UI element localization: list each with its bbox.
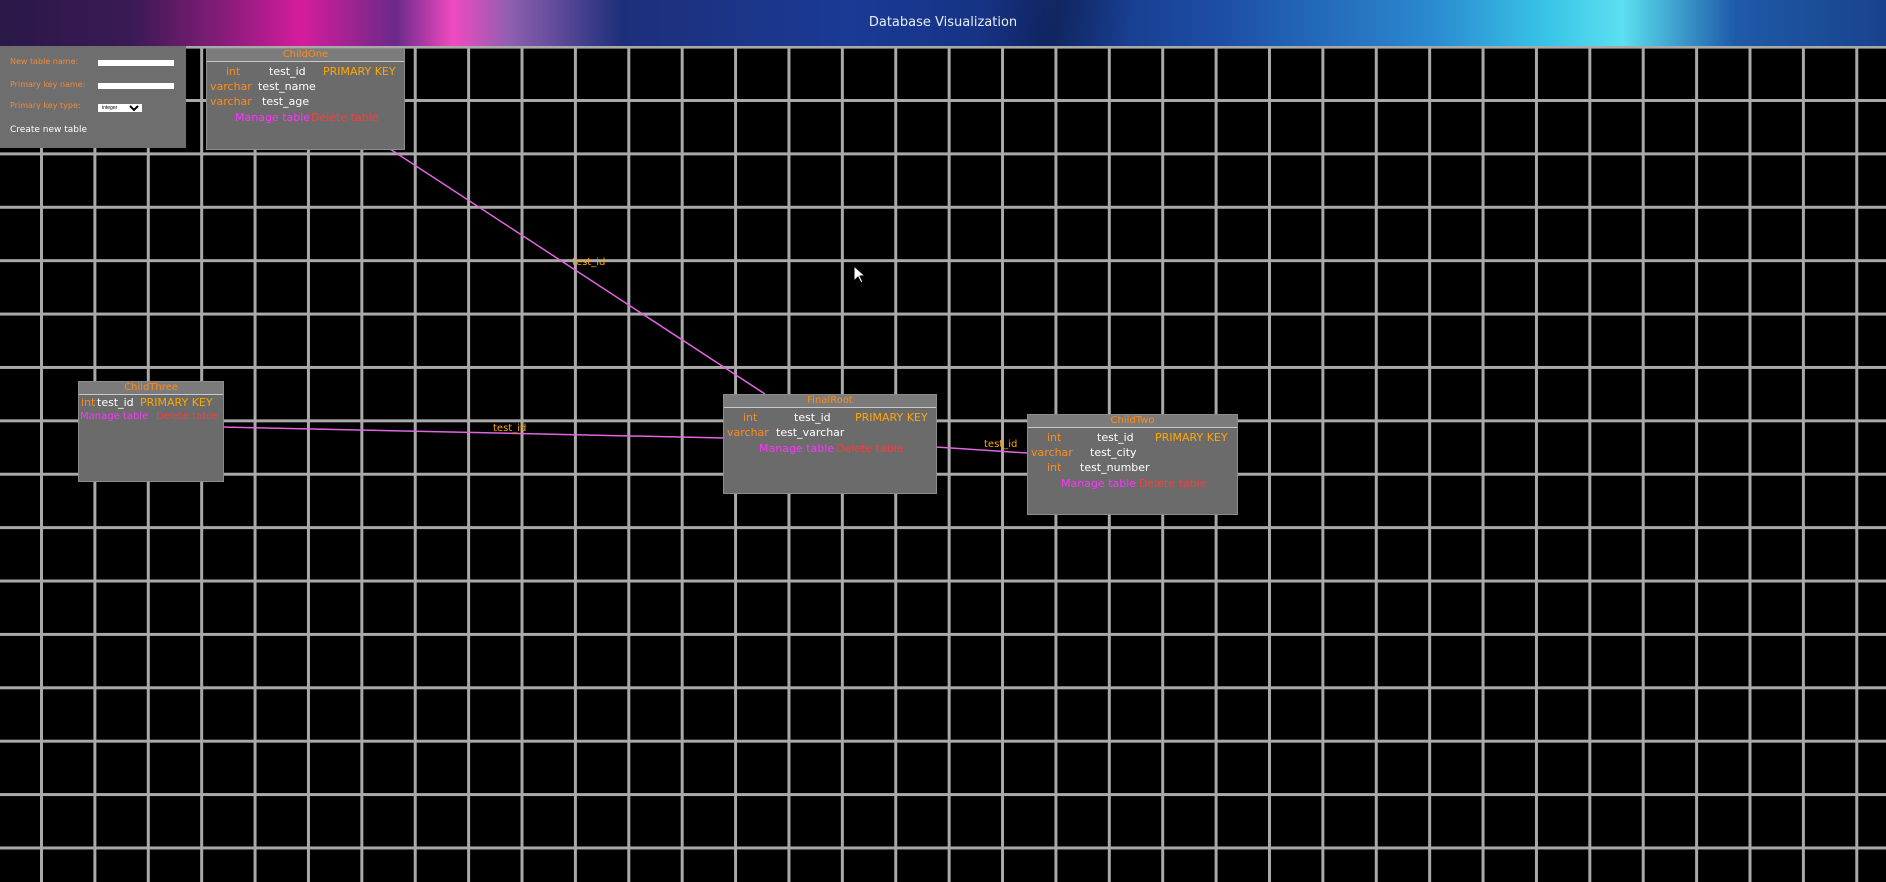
field-type: varchar [727, 426, 769, 439]
table-title[interactable]: ChildTwo [1028, 415, 1237, 428]
field-name: test_id [1097, 431, 1134, 444]
relation-label-childone: test_id [572, 257, 606, 268]
title-bar: Database Visualization [0, 0, 1886, 46]
pk-type-label: Primary key type: [10, 101, 81, 110]
primary-key-badge: PRIMARY KEY [855, 411, 928, 424]
table-childtwo[interactable]: ChildTwo int test_id PRIMARY KEY varchar… [1027, 414, 1238, 515]
table-name-label: New table name: [10, 57, 79, 66]
primary-key-badge: PRIMARY KEY [140, 396, 213, 409]
create-table-button[interactable]: Create new table [10, 125, 87, 135]
primary-key-badge: PRIMARY KEY [1155, 431, 1228, 444]
field-name: test_number [1080, 461, 1150, 474]
relation-label-childtwo: test_id [984, 439, 1018, 450]
manage-table-link[interactable]: Manage table [759, 442, 834, 455]
relation-label-childthree: test_id [493, 423, 527, 434]
delete-table-link[interactable]: Delete table [1139, 477, 1207, 490]
create-table-panel: New table name: Primary key name: Primar… [0, 46, 186, 148]
field-name: test_id [97, 396, 134, 409]
manage-table-link[interactable]: Manage table [235, 111, 310, 124]
table-childthree[interactable]: ChildThree int test_id PRIMARY KEY Manag… [78, 381, 224, 482]
delete-table-link[interactable]: Delete table [836, 442, 904, 455]
pk-name-label: Primary key name: [10, 80, 86, 89]
field-type: int [226, 65, 241, 78]
pk-name-input[interactable] [98, 83, 174, 89]
pk-type-select[interactable]: integer [98, 104, 142, 112]
manage-table-link[interactable]: Manage table [1061, 477, 1136, 490]
field-type: int [743, 411, 758, 424]
table-title[interactable]: FinalRoot [724, 395, 936, 408]
field-type: varchar [210, 80, 252, 93]
field-name: test_city [1090, 446, 1137, 459]
field-type: varchar [1031, 446, 1073, 459]
table-title[interactable]: ChildOne [207, 49, 404, 62]
field-name: test_id [794, 411, 831, 424]
field-name: test_varchar [776, 426, 845, 439]
table-childone[interactable]: ChildOne int test_id PRIMARY KEY varchar… [206, 48, 405, 150]
field-type: int [1047, 461, 1062, 474]
table-finalroot[interactable]: FinalRoot int test_id PRIMARY KEY varcha… [723, 394, 937, 494]
field-type: int [1047, 431, 1062, 444]
window-title: Database Visualization [868, 15, 1018, 30]
delete-table-link[interactable]: Delete table [311, 111, 379, 124]
canvas-grid[interactable] [0, 46, 1886, 882]
field-type: varchar [210, 95, 252, 108]
field-name: test_id [269, 65, 306, 78]
table-title[interactable]: ChildThree [79, 382, 223, 395]
mouse-cursor-icon [853, 265, 867, 284]
delete-table-link[interactable]: Delete table [156, 410, 217, 423]
field-name: test_name [258, 80, 316, 93]
manage-table-link[interactable]: Manage table [80, 410, 148, 423]
field-name: test_age [262, 95, 310, 108]
primary-key-badge: PRIMARY KEY [323, 65, 396, 78]
field-type: int [81, 396, 96, 409]
table-name-input[interactable] [98, 60, 174, 66]
